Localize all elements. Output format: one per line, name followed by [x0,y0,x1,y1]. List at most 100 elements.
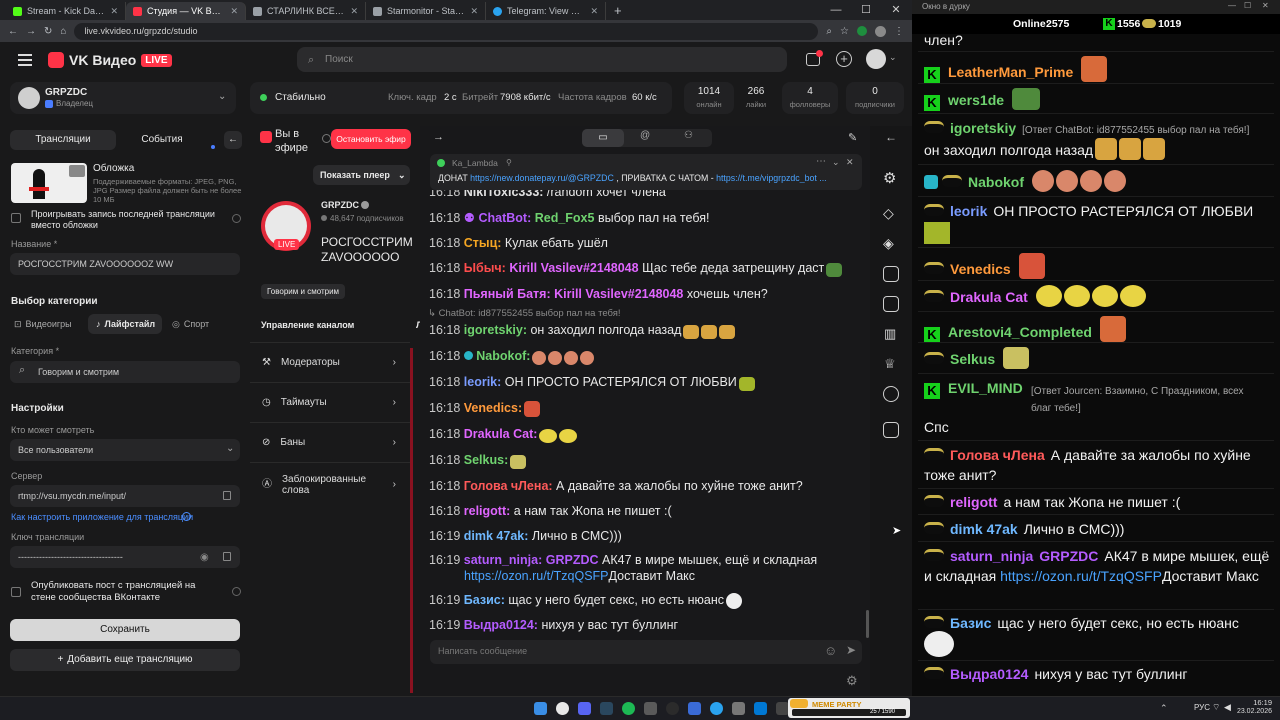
meme-party-widget[interactable]: MEME PARTY 25 / 1590 [788,698,910,718]
new-tab-button[interactable]: + [606,2,630,20]
category-chip[interactable]: Говорим и смотрим [261,284,346,299]
message-author[interactable]: Venedics: [464,401,522,415]
server-url-field[interactable]: rtmp://vsu.mycdn.me/input/ [10,485,240,507]
setup-help-link[interactable]: Как настроить приложение для трансляции [11,512,193,522]
vk-video-logo[interactable]: VK Видео LIVE [48,52,172,68]
extension-icon[interactable] [857,26,867,36]
collapse-icon[interactable]: ⌄ [832,157,840,168]
settings-gear-icon[interactable]: ⚙ [883,169,896,187]
save-button[interactable]: Сохранить [10,619,240,641]
stream-title-input[interactable]: РОСГОССТРИМ ZAVOOOOOOZ WW [10,253,240,275]
collapse-rail-icon[interactable]: ← [885,130,897,144]
message-author[interactable]: religott: [464,504,511,518]
message-mention[interactable]: GRPZDC [546,553,599,567]
private-chat-link[interactable]: https://t.me/vipgrpzdc_bot ... [716,173,827,183]
stats-chart-icon[interactable]: ▥ [884,326,896,342]
menu-bans[interactable]: ⊘ Баны › [250,422,410,462]
message-author[interactable]: Selkus: [464,453,508,467]
dice-icon[interactable] [883,266,899,282]
message-mention[interactable]: Kirill Vasilev#2148048 [554,287,683,301]
donate-link[interactable]: https://new.donatepay.ru/@GRPZDC [470,173,614,183]
tab-events[interactable]: События [112,130,212,150]
category-tab-lifestyle[interactable]: ♪ Лайфстайл [88,314,162,334]
channel-switcher[interactable]: GRPZDC Владелец ⌄ [10,82,236,114]
url-field[interactable]: live.vkvideo.ru/grpzdc/studio [74,22,819,40]
menu-moderators[interactable]: ⚒ Модераторы › [250,342,410,382]
add-stream-button[interactable]: + Добавить еще трансляцию [10,649,240,671]
close-tab-icon[interactable]: ✕ [350,6,358,17]
forward-icon[interactable]: → [26,26,36,37]
browser-tab-telegram[interactable]: Telegram: View @BotovcdX ✕ [486,2,606,20]
publish-post-checkbox[interactable] [11,587,21,597]
start-icon[interactable] [534,702,547,715]
maximize-window-button[interactable]: ☐ [852,0,880,20]
message-author[interactable]: leorik: [464,375,502,389]
category-tab-sport[interactable]: ◎ Спорт [172,314,232,334]
close-icon[interactable]: ✕ [1262,1,1269,10]
volume-icon[interactable]: ◀ [1224,702,1231,713]
chat-bubble-icon[interactable]: ▭ [582,129,624,147]
clock-time[interactable]: 16:19 [1248,698,1272,707]
message-author[interactable]: ChatBot: [478,211,531,225]
reload-icon[interactable]: ↻ [44,26,52,37]
message-author[interactable]: dimk 47ak: [464,529,529,543]
menu-timeouts[interactable]: ◷ Таймауты › [250,382,410,422]
chat-scrollbar[interactable] [866,610,869,638]
message-author[interactable]: Голова чЛена: [464,479,553,493]
quiz-icon[interactable] [883,386,899,402]
trophy-icon[interactable]: ♕ [884,356,896,372]
message-author[interactable]: saturn_ninja: [464,553,543,567]
home-icon[interactable]: ⌂ [60,26,66,37]
browser-tab-starlink[interactable]: СТАРЛИНК ВСЕ — мы прогр... ✕ [246,2,366,20]
diamond-icon[interactable]: ◈ [883,235,894,252]
search-input[interactable]: Поиск [297,47,787,72]
close-tab-icon[interactable]: ✕ [590,6,598,17]
user-avatar[interactable] [866,49,886,69]
close-tab-icon[interactable]: ✕ [110,6,118,17]
category-tab-games[interactable]: ⊡ Видеоигры [14,314,86,334]
maximize-icon[interactable]: ☐ [1244,1,1251,10]
help-icon[interactable] [232,214,241,223]
chrome-icon[interactable] [556,702,569,715]
close-tab-icon[interactable]: ✕ [470,6,478,17]
message-author[interactable]: Drakula Cat: [464,427,538,441]
emoji-icon[interactable]: ☺ [824,643,837,658]
menu-blocked-words[interactable]: Ⓐ Заблокированные слова › [250,462,410,506]
browser-tab-kick[interactable]: Stream - Kick Dashboard ✕ [6,2,126,20]
tray-chevron-icon[interactable]: ⌃ [1160,703,1168,714]
back-icon[interactable]: ← [8,26,18,37]
list-icon[interactable] [883,296,899,312]
cover-edit-icon[interactable] [69,165,85,177]
message-author[interactable]: Ыбыч: [464,261,506,275]
profile-icon[interactable] [875,25,886,37]
help-icon[interactable] [182,512,191,521]
steam-icon[interactable] [600,702,613,715]
close-pin-icon[interactable]: ✕ [846,157,854,168]
show-key-eye-icon[interactable]: ◉ [200,552,209,563]
telegram-icon[interactable] [710,702,723,715]
browser-tab-starmonitor[interactable]: Starmonitor - Starlink Tracker ✕ [366,2,486,20]
stop-broadcast-button[interactable]: Остановить эфир [331,129,411,149]
pin-settings-icon[interactable]: ✎ [848,131,857,144]
app-icon[interactable] [644,702,657,715]
spotify-icon[interactable] [622,702,635,715]
expand-chat-icon[interactable]: → [433,131,444,143]
discord-icon[interactable] [578,702,591,715]
audience-select[interactable]: Все пользователи [10,439,240,461]
app-icon[interactable] [754,702,767,715]
message-mention[interactable]: Kirill Vasilev#2148048 [509,261,638,275]
tab-streams[interactable]: Трансляции [10,130,116,150]
copy-icon[interactable] [223,552,231,561]
message-author[interactable]: NikiToxic333: [464,190,544,199]
cover-thumbnail[interactable] [11,163,87,203]
chat-input-box[interactable]: Написать сообщение ☺ ➤ [430,640,862,664]
browser-tab-vk-studio[interactable]: Студия — VK Видео Live ✕ [126,2,246,20]
message-author[interactable]: Стыц: [464,236,502,250]
message-mention[interactable]: Red_Fox5 [535,211,595,225]
language-indicator[interactable]: РУС [1194,703,1210,712]
message-link[interactable]: https://ozon.ru/t/TzqQSFP [464,569,609,583]
message-author[interactable]: Nabokof: [476,349,530,363]
message-link[interactable]: https://ozon.ru/t/TzqQSFP [1000,568,1162,584]
network-icon[interactable]: ⌔ [1212,702,1220,713]
message-author[interactable]: igoretskiy: [464,323,527,337]
